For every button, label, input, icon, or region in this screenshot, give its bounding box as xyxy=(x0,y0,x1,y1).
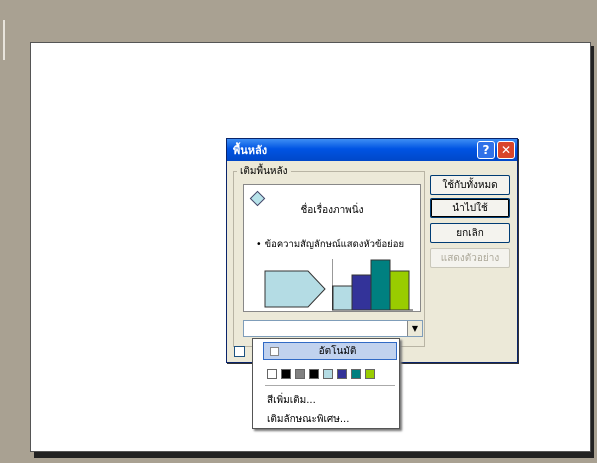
cancel-button[interactable]: ยกเลิก xyxy=(430,223,510,243)
preview-title: ชื่อเรื่องภาพนิ่ง xyxy=(300,205,364,216)
chart-bar-3 xyxy=(370,259,391,311)
pentagon-shape xyxy=(264,270,326,308)
background-dialog: พื้นหลัง ? ✕ เติมพื้นหลัง ชื่อเรื่องภาพน… xyxy=(226,138,518,363)
more-colors-item[interactable]: สีเพิ่มเติม... xyxy=(267,393,316,408)
color-swatch-3[interactable] xyxy=(295,369,305,379)
color-swatch-7[interactable] xyxy=(351,369,361,379)
auto-label: อัตโนมัติ xyxy=(318,345,357,357)
swatch-row xyxy=(267,369,375,379)
apply-all-button[interactable]: ใช้กับทั้งหมด xyxy=(430,175,510,195)
chevron-down-icon[interactable]: ▼ xyxy=(407,321,422,336)
pentagon-polygon xyxy=(264,270,326,308)
apply-button[interactable]: นำไปใช้ xyxy=(430,198,510,218)
preview-button[interactable]: แสดงตัวอย่าง xyxy=(430,248,510,268)
close-icon[interactable]: ✕ xyxy=(497,141,515,159)
dialog-titlebar[interactable]: พื้นหลัง ? ✕ xyxy=(227,139,517,161)
chart-bar-4 xyxy=(389,270,410,311)
auto-swatch xyxy=(270,346,279,356)
color-swatch-5[interactable] xyxy=(323,369,333,379)
fill-group-label: เติมพื้นหลัง xyxy=(237,164,291,179)
preview-bullet: • ข้อความสัญลักษณ์แสดงหัวข้อย่อย xyxy=(256,239,405,250)
slide-preview: ชื่อเรื่องภาพนิ่ง • ข้อความสัญลักษณ์แสดง… xyxy=(243,184,421,312)
color-swatch-6[interactable] xyxy=(337,369,347,379)
color-swatch-2[interactable] xyxy=(281,369,291,379)
color-swatch-1[interactable] xyxy=(267,369,277,379)
menu-separator xyxy=(265,385,395,386)
chart-bar-1 xyxy=(332,285,353,311)
help-icon[interactable]: ? xyxy=(477,141,495,159)
omit-master-graphics-checkbox[interactable] xyxy=(234,346,245,357)
auto-color-item[interactable]: อัตโนมัติ xyxy=(263,342,397,360)
color-swatch-8[interactable] xyxy=(365,369,375,379)
preview-bar-chart xyxy=(332,259,413,311)
window-edge-mark xyxy=(3,20,5,60)
dialog-title: พื้นหลัง xyxy=(233,144,268,157)
chart-bar-2 xyxy=(351,274,372,311)
fill-effects-item[interactable]: เติมลักษณะพิเศษ... xyxy=(267,412,349,427)
fill-color-combo[interactable]: ▼ xyxy=(243,320,423,337)
color-dropdown: อัตโนมัติ สีเพิ่มเติม... เติมลักษณะพิเศษ… xyxy=(252,338,400,429)
color-swatch-4[interactable] xyxy=(309,369,319,379)
